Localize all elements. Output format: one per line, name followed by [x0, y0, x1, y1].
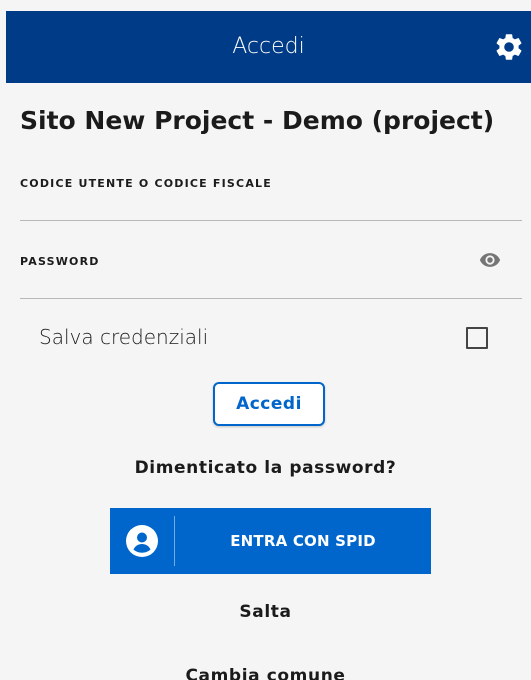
- spid-login-button[interactable]: ENTRA CON SPID: [110, 508, 431, 574]
- username-input[interactable]: [20, 184, 526, 222]
- change-municipality-link[interactable]: Cambia comune: [0, 666, 531, 680]
- gear-icon[interactable]: [493, 31, 525, 63]
- password-underline: [20, 298, 522, 299]
- username-underline: [20, 220, 522, 221]
- site-title: Sito New Project - Demo (project): [20, 106, 495, 135]
- spid-label: ENTRA CON SPID: [230, 532, 376, 550]
- user-circle-icon: [126, 525, 158, 557]
- forgot-password-link[interactable]: Dimenticato la password?: [0, 458, 531, 478]
- save-credentials-checkbox[interactable]: [466, 327, 488, 349]
- save-credentials-label: Salva credenziali: [39, 325, 209, 349]
- eye-icon[interactable]: [476, 249, 504, 271]
- app-header: Accedi: [6, 11, 531, 83]
- login-screen: Accedi Sito New Project - Demo (project)…: [0, 0, 531, 680]
- login-button[interactable]: Accedi: [213, 382, 325, 426]
- header-title: Accedi: [232, 34, 305, 59]
- skip-link[interactable]: Salta: [0, 602, 531, 622]
- password-input[interactable]: [20, 262, 464, 300]
